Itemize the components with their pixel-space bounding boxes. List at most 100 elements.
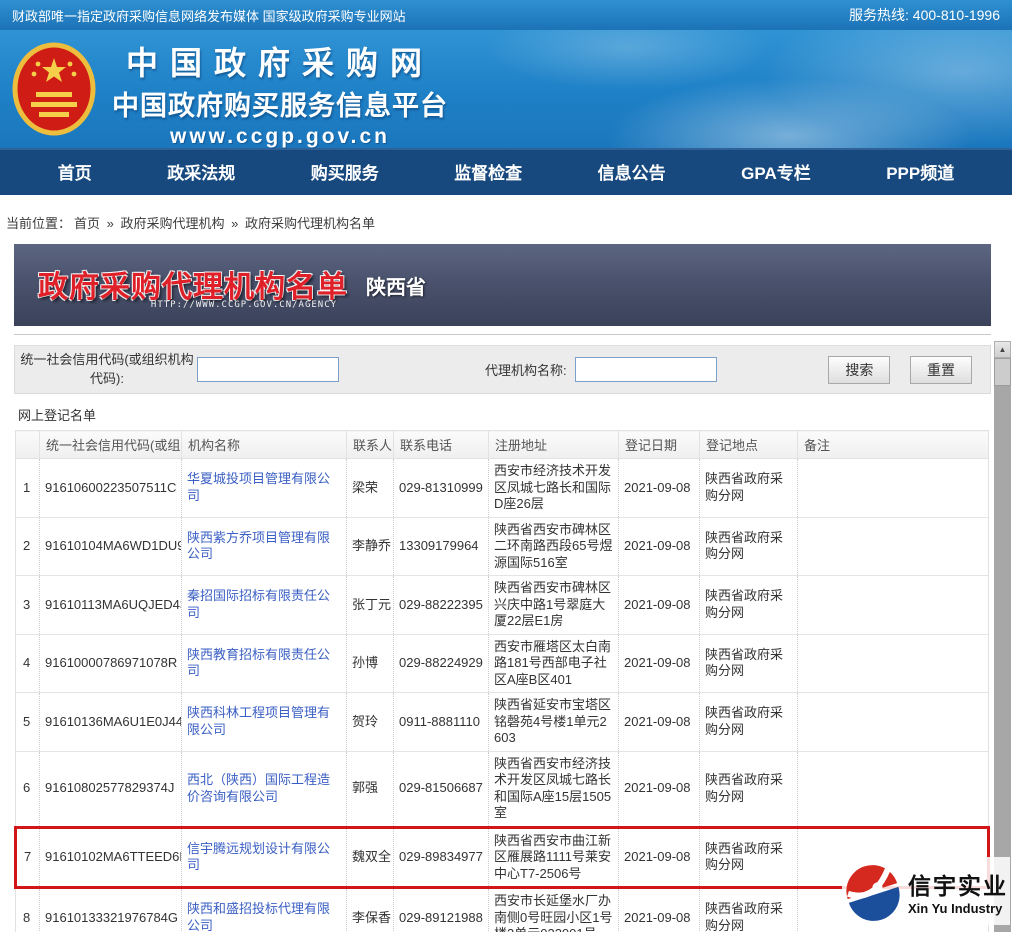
cell-address: 陕西省延安市宝塔区铭磬苑4号楼1单元2603 [489,693,619,752]
cell-contact: 郭强 [347,751,394,827]
cell-phone: 029-89121988 [394,888,489,932]
cell-credit-code: 91610113MA6UQJED43 [40,576,182,635]
reset-button[interactable]: 重置 [910,356,972,384]
agency-name-link[interactable]: 陕西紫方乔项目管理有限公司 [187,530,330,562]
cell-reg-place: 陕西省政府采购分网 [700,693,798,752]
agency-name-link[interactable]: 陕西教育招标有限责任公司 [187,647,330,679]
cell-remark [798,693,989,752]
cell-address: 陕西省西安市曲江新区雁展路1111号莱安中心T7-2506号 [489,827,619,888]
top-bar: 财政部唯一指定政府采购信息网络发布媒体 国家级政府采购专业网站 服务热线: 40… [0,0,1012,30]
cell-agency-name: 陕西和盛招投标代理有限公司 [182,888,347,932]
agency-name-link[interactable]: 信宇腾远规划设计有限公司 [187,841,330,873]
agency-name-link[interactable]: 陕西科林工程项目管理有限公司 [187,705,330,737]
xinyu-watermark: 信宇实业 Xin Yu Industry [842,857,1010,925]
cell-contact: 贺玲 [347,693,394,752]
cell-address: 西安市长延堡水厂办南侧0号旺园小区1号楼3单元032001号 [489,888,619,932]
scrollbar-thumb[interactable] [994,358,1011,386]
cell-agency-name: 陕西紫方乔项目管理有限公司 [182,517,347,576]
cell-phone: 13309179964 [394,517,489,576]
cell-reg-place: 陕西省政府采购分网 [700,827,798,888]
row-number: 2 [16,517,40,576]
breadcrumb-current: 政府采购代理机构名单 [245,216,375,231]
cell-reg-date: 2021-09-08 [619,634,700,693]
cell-reg-place: 陕西省政府采购分网 [700,634,798,693]
breadcrumb-label: 当前位置： [6,216,71,231]
credit-code-label: 统一社会信用代码(或组织机构代码): [17,351,197,387]
table-row: 6 91610802577829374J 西北（陕西）国际工程造价咨询有限公司 … [16,751,989,827]
row-number: 6 [16,751,40,827]
cell-contact: 张丁元 [347,576,394,635]
cell-agency-name: 华夏城投项目管理有限公司 [182,459,347,518]
cell-address: 西安市经济技术开发区凤城七路长和国际D座26层 [489,459,619,518]
cell-contact: 孙博 [347,634,394,693]
table-header-row: 统一社会信用代码(或组织 机构名称 联系人 联系电话 注册地址 登记日期 登记地… [16,431,989,459]
agency-name-link[interactable]: 秦招国际招标有限责任公司 [187,588,330,620]
cell-remark [798,517,989,576]
breadcrumb-separator: » [231,216,238,231]
cell-address: 陕西省西安市碑林区二环南路西段65号煜源国际516室 [489,517,619,576]
cell-credit-code: 91610102MA6TTEED6B [40,827,182,888]
cell-credit-code: 91610136MA6U1E0J44 [40,693,182,752]
search-panel: 统一社会信用代码(或组织机构代码): 代理机构名称: 搜索 重置 [14,345,991,394]
cell-phone: 029-88224929 [394,634,489,693]
banner-province: 陕西省 [366,271,426,300]
row-number: 3 [16,576,40,635]
cell-address: 陕西省西安市碑林区兴庆中路1号翠庭大厦22层E1房 [489,576,619,635]
col-credit-code: 统一社会信用代码(或组织 [40,431,182,459]
site-header: 中国政府采购网 中国政府购买服务信息平台 www.ccgp.gov.cn [0,30,1012,148]
cell-reg-place: 陕西省政府采购分网 [700,576,798,635]
nav-item-gpa[interactable]: GPA专栏 [741,159,811,184]
table-row: 4 91610000786971078R 陕西教育招标有限责任公司 孙博 029… [16,634,989,693]
col-contact: 联系人 [347,431,394,459]
nav-item-purchase-services[interactable]: 购买服务 [311,159,379,184]
row-number: 7 [16,827,40,888]
credit-code-input[interactable] [197,357,339,382]
xinyu-name-cn: 信宇实业 [908,867,1008,901]
nav-item-regulations[interactable]: 政采法规 [167,159,235,184]
main-nav: 首页 政采法规 购买服务 监督检查 信息公告 GPA专栏 PPP频道 [0,148,1012,195]
nav-item-ppp[interactable]: PPP频道 [886,159,954,184]
cell-agency-name: 陕西教育招标有限责任公司 [182,634,347,693]
cell-credit-code: 91610000786971078R [40,634,182,693]
breadcrumb-agencies[interactable]: 政府采购代理机构 [121,216,225,231]
agency-name-input[interactable] [575,357,717,382]
nav-item-supervision[interactable]: 监督检查 [454,159,522,184]
cell-remark [798,634,989,693]
cell-phone: 029-81310999 [394,459,489,518]
national-emblem-icon [12,41,96,142]
table-row: 1 91610600223507511C 华夏城投项目管理有限公司 梁荣 029… [16,459,989,518]
search-button[interactable]: 搜索 [828,356,890,384]
agency-name-link[interactable]: 西北（陕西）国际工程造价咨询有限公司 [187,772,330,804]
cell-phone: 029-89834977 [394,827,489,888]
xinyu-text-block: 信宇实业 Xin Yu Industry [908,867,1008,916]
nav-item-announcements[interactable]: 信息公告 [598,159,666,184]
col-reg-date: 登记日期 [619,431,700,459]
xinyu-logo-icon [842,857,904,925]
cell-reg-date: 2021-09-08 [619,693,700,752]
service-hotline: 服务热线: 400-810-1996 [849,5,1000,25]
scroll-up-icon[interactable]: ▲ [994,341,1011,358]
breadcrumb-home[interactable]: 首页 [74,216,100,231]
row-number: 1 [16,459,40,518]
xinyu-name-en: Xin Yu Industry [908,901,1008,916]
cell-contact: 魏双全 [347,827,394,888]
vertical-scrollbar[interactable]: ▲ [994,341,1011,932]
breadcrumb: 当前位置：首页 » 政府采购代理机构 » 政府采购代理机构名单 [0,195,1012,244]
cell-reg-place: 陕西省政府采购分网 [700,459,798,518]
cell-agency-name: 陕西科林工程项目管理有限公司 [182,693,347,752]
cell-reg-date: 2021-09-08 [619,827,700,888]
agency-name-link[interactable]: 华夏城投项目管理有限公司 [187,471,330,503]
cell-address: 西安市雁塔区太白南路181号西部电子社区A座B区401 [489,634,619,693]
nav-item-home[interactable]: 首页 [58,159,92,184]
page-banner: 政府采购代理机构名单 陕西省 HTTP://WWW.CCGP.GOV.CN/AG… [14,244,991,326]
search-buttons: 搜索 重置 [812,356,990,384]
site-subtitle: 中国政府购买服务信息平台 [112,84,448,123]
col-row-number [16,431,40,459]
cell-phone: 029-88222395 [394,576,489,635]
col-reg-place: 登记地点 [700,431,798,459]
cell-reg-date: 2021-09-08 [619,576,700,635]
cell-contact: 梁荣 [347,459,394,518]
agency-name-link[interactable]: 陕西和盛招投标代理有限公司 [187,901,330,932]
cell-reg-place: 陕西省政府采购分网 [700,517,798,576]
site-title-block: 中国政府采购网 中国政府购买服务信息平台 www.ccgp.gov.cn [112,38,448,149]
